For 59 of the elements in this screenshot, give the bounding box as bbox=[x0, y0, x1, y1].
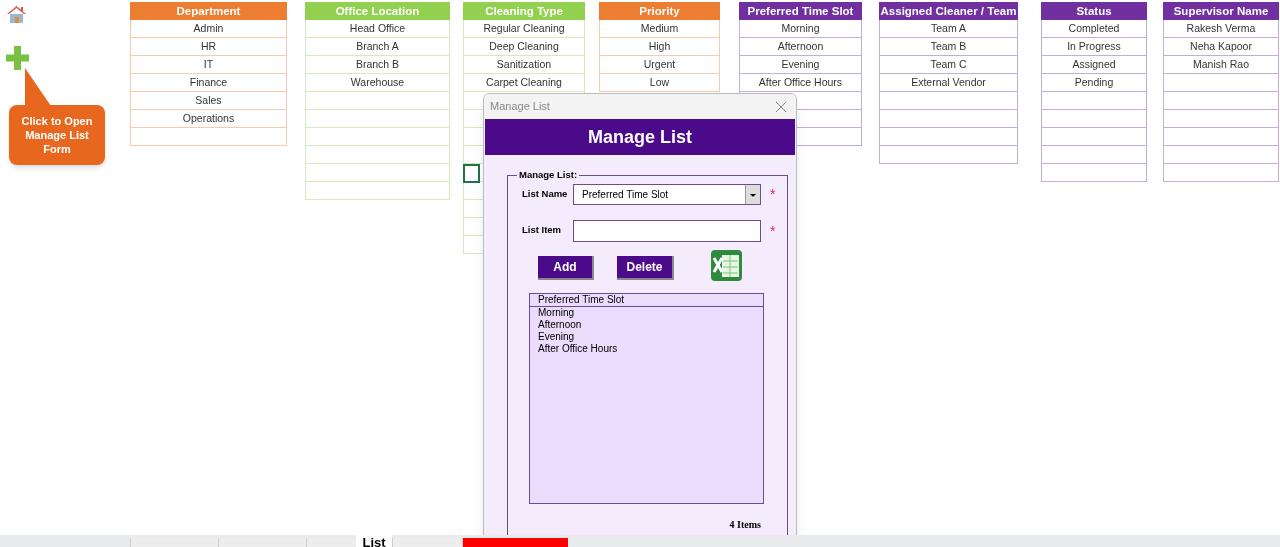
field-label: List Name bbox=[522, 186, 569, 201]
list-header: Preferred Time Slot bbox=[530, 293, 763, 307]
group-label: Manage List: bbox=[517, 168, 580, 181]
column-header: Supervisor Name bbox=[1163, 2, 1279, 20]
list-item[interactable]: Evening bbox=[530, 330, 763, 343]
table-cell: Rakesh Verma bbox=[1163, 20, 1279, 38]
table-cell: Team C bbox=[879, 56, 1018, 74]
table-cell: Assigned bbox=[1041, 56, 1147, 74]
table-cell: In Progress bbox=[1041, 38, 1147, 56]
list-item[interactable]: Morning bbox=[530, 306, 763, 319]
table-cell: Warehouse bbox=[305, 74, 450, 92]
list-box[interactable]: Preferred Time Slot Morning Afternoon Evening After Office Hours bbox=[529, 292, 764, 504]
table-cell: Morning bbox=[739, 20, 862, 38]
field-label: List Item bbox=[522, 223, 563, 238]
table-cell: IT bbox=[130, 56, 287, 74]
table-cell: Finance bbox=[130, 74, 287, 92]
table-cell: Urgent bbox=[599, 56, 720, 74]
table-cell: Regular Cleaning bbox=[463, 20, 585, 38]
column-header: Assigned Cleaner / Team bbox=[879, 2, 1018, 20]
table-cell: Evening bbox=[739, 56, 862, 74]
table-cell: Sanitization bbox=[463, 56, 585, 74]
sheet-tab[interactable]: List bbox=[356, 535, 392, 547]
dropdown[interactable]: Preferred Time Slot bbox=[573, 183, 761, 205]
table-cell: External Vendor bbox=[879, 74, 1018, 92]
table-cell: Neha Kapoor bbox=[1163, 38, 1279, 56]
table-cell: High bbox=[599, 38, 720, 56]
column-header: Cleaning Type bbox=[463, 2, 585, 20]
table-cell: Sales bbox=[130, 92, 287, 110]
table-cell: Team B bbox=[879, 38, 1018, 56]
item-count: 4 Items bbox=[729, 517, 761, 532]
form-button[interactable]: Delete bbox=[617, 256, 674, 281]
table-cell: Low bbox=[599, 74, 720, 92]
table-cell: Admin bbox=[130, 20, 287, 38]
column-header: Preferred Time Slot bbox=[739, 2, 862, 20]
table-cell: Deep Cleaning bbox=[463, 38, 585, 56]
list-item[interactable]: Afternoon bbox=[530, 318, 763, 331]
table-cell: After Office Hours bbox=[739, 74, 862, 92]
window-title: Manage List bbox=[490, 99, 550, 115]
table-cell: Operations bbox=[130, 110, 287, 128]
required-mark: * bbox=[770, 223, 776, 238]
form-button[interactable]: Add bbox=[538, 256, 594, 281]
table-cell: Team A bbox=[879, 20, 1018, 38]
table-cell: Medium bbox=[599, 20, 720, 38]
table-cell: Carpet Cleaning bbox=[463, 74, 585, 92]
column-header: Status bbox=[1041, 2, 1147, 20]
required-mark: * bbox=[770, 187, 776, 202]
table-cell: Head Office bbox=[305, 20, 450, 38]
column-header: Office Location bbox=[305, 2, 450, 20]
table-cell: Branch B bbox=[305, 56, 450, 74]
table-cell: Completed bbox=[1041, 20, 1147, 38]
form-header: Manage List bbox=[485, 119, 795, 155]
table-cell: Pending bbox=[1041, 74, 1147, 92]
table-cell: Afternoon bbox=[739, 38, 862, 56]
table-cell: Branch A bbox=[305, 38, 450, 56]
column-header: Department bbox=[130, 2, 287, 20]
table-cell: HR bbox=[130, 38, 287, 56]
list-item[interactable]: After Office Hours bbox=[530, 342, 763, 355]
column-header: Priority bbox=[599, 2, 720, 20]
table-cell: Manish Rao bbox=[1163, 56, 1279, 74]
